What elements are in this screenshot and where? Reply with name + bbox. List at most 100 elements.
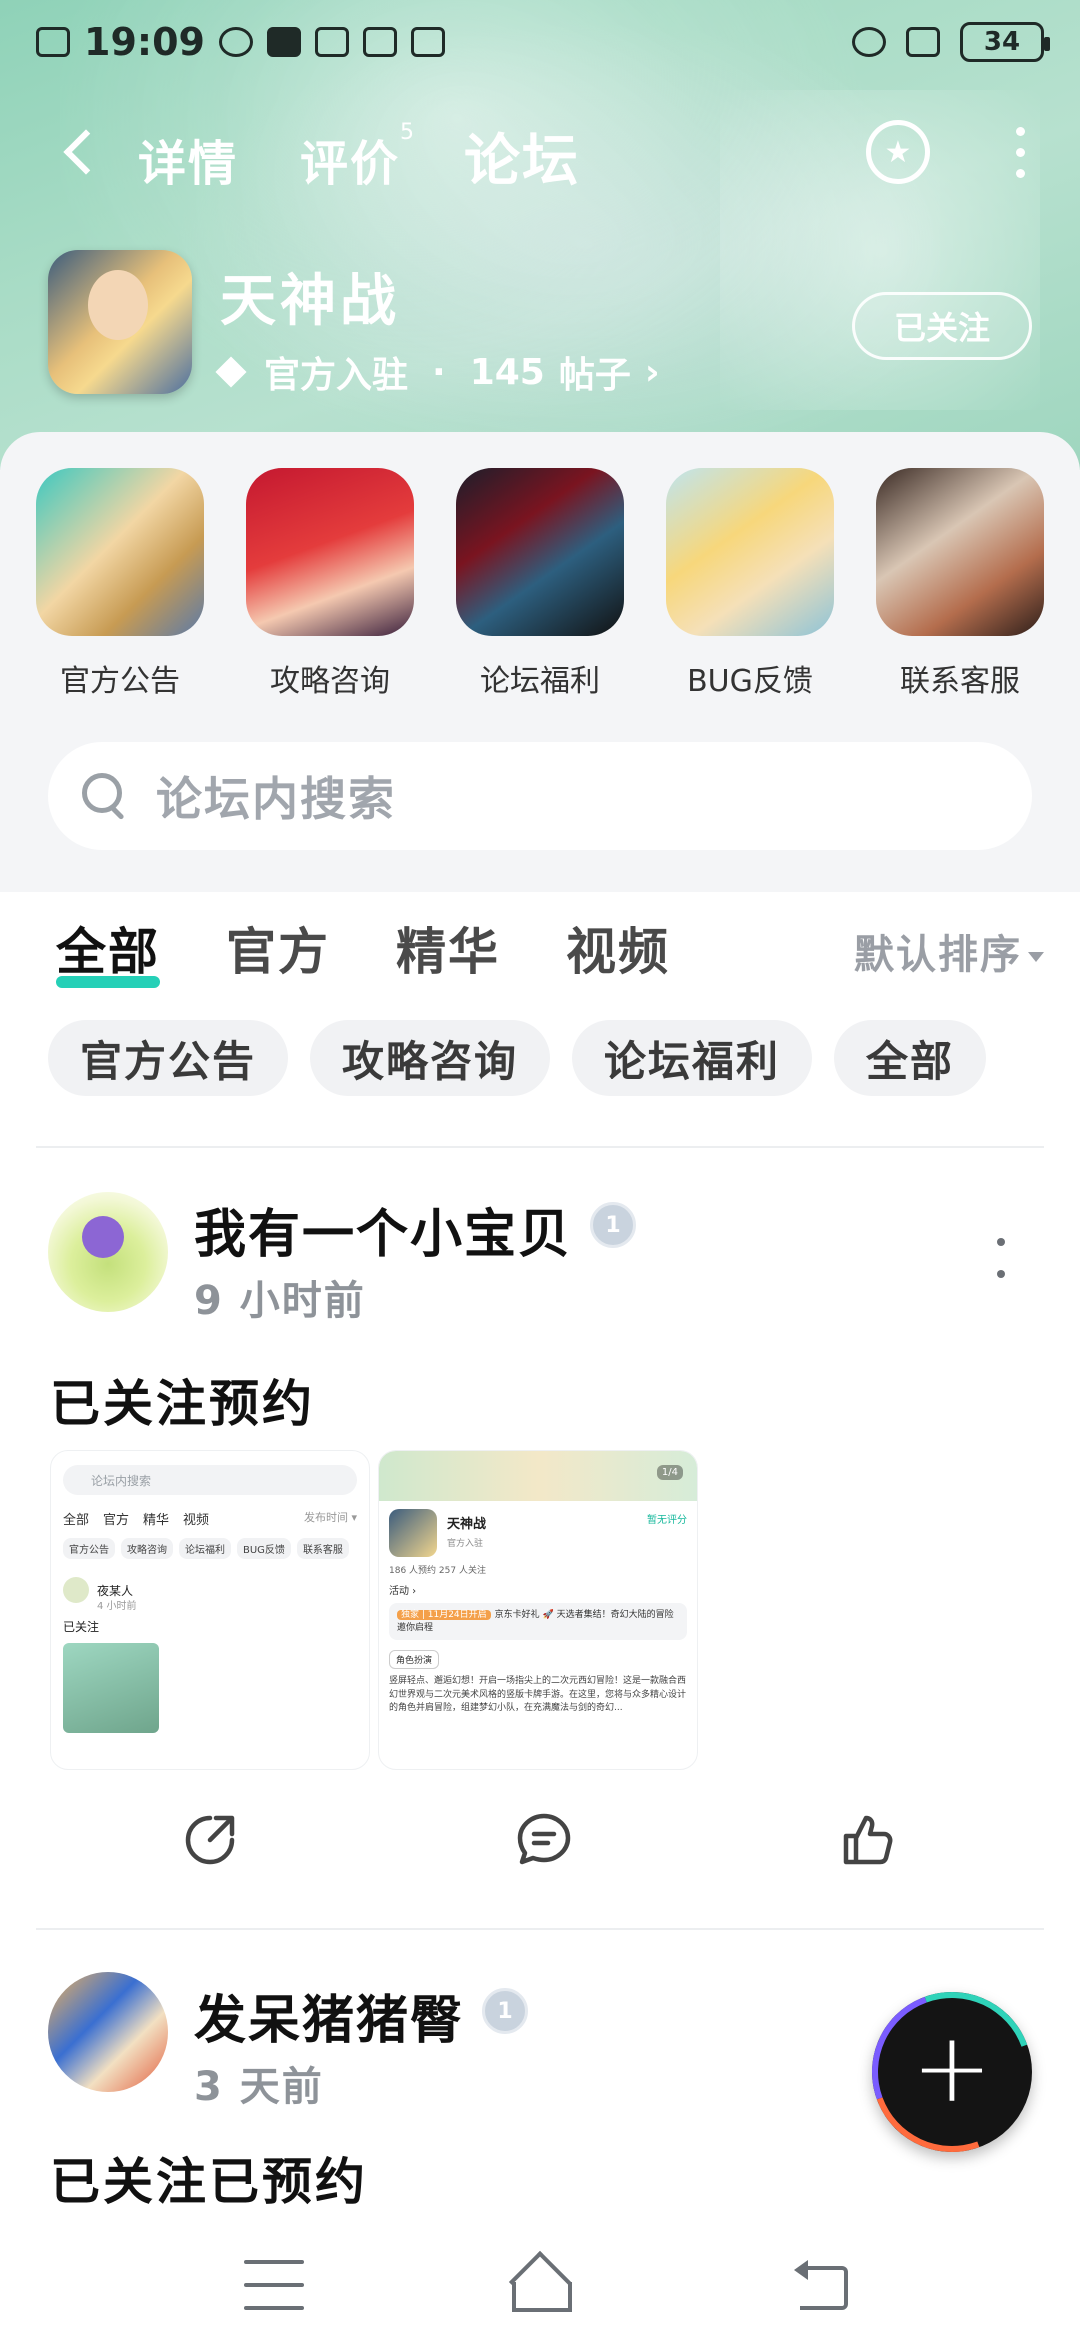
mini-game-card: 天神战 官方入驻 暂无评分 [389, 1509, 687, 1557]
category-welfare[interactable]: 论坛福利 [456, 468, 624, 700]
mini-tabs: 全部 官方 精华 视频 发布时间 ▾ [63, 1511, 357, 1528]
tab-video[interactable]: 视频 [566, 912, 670, 984]
tab-reviews[interactable]: 评价 5 [300, 120, 414, 194]
divider [36, 1146, 1044, 1148]
post-count: 145 [469, 351, 545, 393]
system-back-icon[interactable] [794, 2260, 854, 2310]
post-image[interactable]: 论坛内搜索 全部 官方 精华 视频 发布时间 ▾ 官方公告 攻略咨询 论坛福利 … [50, 1450, 370, 1770]
forum-welfare-icon [456, 468, 624, 636]
chip-official[interactable]: 官方公告 [48, 1020, 289, 1096]
post-label: 帖子 [558, 355, 631, 396]
star-icon: ★ [884, 134, 912, 170]
meta-separator: · [432, 351, 446, 393]
review-count: 5 [400, 120, 417, 145]
category-row: 官方公告 攻略咨询 论坛福利 BUG反馈 联系客服 [36, 468, 1044, 700]
comment-button[interactable] [512, 1808, 576, 1872]
official-label: 官方入驻 [264, 355, 409, 396]
tab-all[interactable]: 全部 [56, 912, 160, 988]
mini-post: 夜某人 4 小时前 已关注 [63, 1577, 357, 1635]
category-label: 论坛福利 [480, 664, 600, 699]
wifi-icon [906, 27, 940, 57]
tab-details[interactable]: 详情 [138, 124, 238, 194]
tab-official[interactable]: 官方 [226, 912, 330, 984]
category-label: BUG反馈 [687, 664, 813, 699]
game-name: 天神战 [220, 269, 400, 334]
top-nav: 详情 评价 5 论坛 ★ [0, 112, 1080, 202]
caret-down-icon [1028, 952, 1044, 962]
status-bar: 19:09 34 [36, 14, 1050, 70]
comment-icon [517, 1813, 571, 1865]
notification-icon [36, 27, 70, 57]
wallet-icon [410, 27, 445, 57]
filter-chips: 官方公告 攻略咨询 论坛福利 全部 [48, 1020, 1044, 1096]
game-meta[interactable]: 官方入驻 · 145 帖子 › [215, 346, 660, 398]
battery-icon: 34 [960, 22, 1050, 62]
share-icon [185, 1815, 235, 1865]
avatar[interactable] [48, 1192, 168, 1312]
mini-chips: 官方公告 攻略咨询 论坛福利 BUG反馈 联系客服 [63, 1538, 357, 1559]
level-badge-icon: 1 [482, 1988, 528, 2034]
tab-forum[interactable]: 论坛 [464, 116, 580, 201]
chip-guide[interactable]: 攻略咨询 [310, 1020, 551, 1096]
game-icon[interactable] [48, 250, 192, 394]
feed-tabs: 全部 官方 精华 视频 默认排序 [56, 912, 1044, 1002]
post-time: 9 小时前 [194, 1278, 366, 1324]
divider [36, 1928, 1044, 1930]
post-image[interactable]: 1/4 天神战 官方入驻 暂无评分 186 人预约 257 人关注 活动 › 独… [378, 1450, 698, 1770]
sort-dropdown[interactable]: 默认排序 [854, 922, 1044, 980]
status-time: 19:09 [84, 20, 205, 64]
post-author[interactable]: 我有一个小宝贝 [194, 1192, 572, 1267]
create-post-button[interactable]: + [872, 1992, 1032, 2152]
search-placeholder: 论坛内搜索 [156, 772, 396, 826]
like-button[interactable] [836, 1808, 900, 1872]
favorite-button[interactable]: ★ [866, 120, 930, 184]
menu-icon[interactable] [244, 2260, 304, 2310]
mini-image [63, 1643, 159, 1733]
category-label: 攻略咨询 [270, 664, 390, 699]
hero-banner: 19:09 34 详情 评价5 论坛 ★ 天神战 官方入驻 · 145 帖子 [0, 0, 1080, 470]
game-info: 天神战 官方入驻 · 145 帖子 › 已关注 [48, 250, 1032, 400]
home-icon[interactable] [508, 2260, 572, 2312]
search-input[interactable]: 论坛内搜索 [48, 742, 1032, 850]
category-bug[interactable]: BUG反馈 [666, 468, 834, 700]
mini-stats: 186 人预约 257 人关注 [389, 1566, 486, 1576]
back-button[interactable] [50, 122, 110, 182]
category-guide[interactable]: 攻略咨询 [246, 468, 414, 700]
post-author[interactable]: 发呆猪猪臀 [194, 1978, 464, 2053]
mini-activity: 活动 › [389, 1586, 417, 1597]
play-icon [266, 27, 301, 57]
bug-feedback-icon [666, 468, 834, 636]
chip-welfare[interactable]: 论坛福利 [572, 1020, 813, 1096]
guide-consult-icon [246, 468, 414, 636]
vivo-icon [314, 27, 349, 57]
contact-service-icon [876, 468, 1044, 636]
chip-all[interactable]: 全部 [834, 1020, 987, 1096]
post-content: 已关注预约 [50, 1375, 315, 1433]
category-service[interactable]: 联系客服 [876, 468, 1044, 700]
avatar[interactable] [48, 1972, 168, 2092]
category-label: 联系客服 [900, 664, 1020, 699]
mini-search: 论坛内搜索 [63, 1465, 357, 1495]
plus-icon: + [911, 2012, 993, 2124]
level-badge-icon: 1 [590, 1202, 636, 1248]
post-actions [0, 1808, 1080, 1898]
mini-event: 独家 | 11月24日开启 京东卡好礼 🚀 天选者集结！奇幻大陆的冒险邀你启程 [389, 1603, 687, 1641]
post-content: 已关注已预约 [50, 2153, 368, 2211]
search-icon [82, 773, 128, 819]
category-official[interactable]: 官方公告 [36, 468, 204, 700]
official-diamond-icon [215, 356, 247, 388]
mute-icon [852, 27, 886, 57]
mini-banner: 1/4 [379, 1451, 697, 1501]
share-button[interactable] [178, 1808, 242, 1872]
app-notification-icon [218, 27, 253, 57]
post-time: 3 天前 [194, 2064, 324, 2110]
tab-featured[interactable]: 精华 [396, 912, 500, 984]
follow-button[interactable]: 已关注 [852, 292, 1032, 360]
chevron-right-icon: › [644, 351, 660, 393]
official-announcement-icon [36, 468, 204, 636]
system-nav-bar [0, 2230, 1080, 2340]
alert-icon [362, 27, 397, 57]
mini-desc: 竖屏轻点、邂逅幻想！开启一场指尖上的二次元西幻冒险！这是一款融合西幻世界观与二次… [389, 1676, 687, 1714]
more-options-button[interactable] [1010, 124, 1030, 180]
post-more-icon[interactable] [994, 1238, 1008, 1278]
